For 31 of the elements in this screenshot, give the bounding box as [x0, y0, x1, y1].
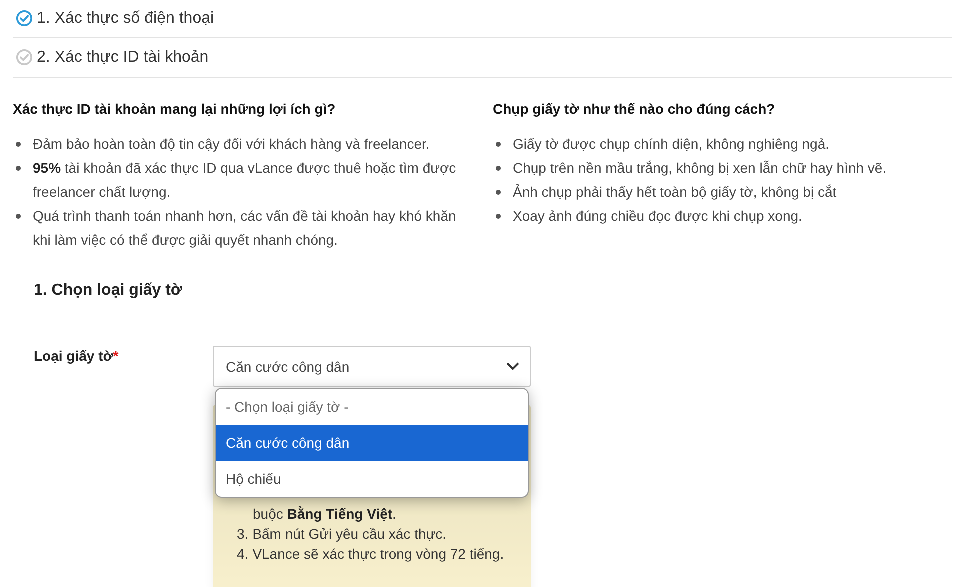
- dropdown-option[interactable]: Căn cước công dân: [216, 425, 528, 461]
- document-type-dropdown[interactable]: Căn cước công dân: [213, 346, 531, 387]
- step-title: 1. Xác thực số điện thoại: [37, 10, 214, 28]
- bullet-icon: [496, 190, 501, 195]
- bullet-text: 95% tài khoản đã xác thực ID qua vLance được thuê hoặc tìm được freelancer chất lượng.: [33, 159, 458, 202]
- section-title: 1. Chọn loại giấy tờ: [34, 281, 184, 301]
- required-mark: *: [113, 348, 119, 364]
- step-number: 3.: [237, 525, 249, 544]
- instruction-text: Bấm nút Gửi yêu cầu xác thực.: [252, 525, 447, 544]
- instruction-text: buộc Bằng Tiếng Việt.: [253, 505, 396, 524]
- bullet-text: Xoay ảnh đúng chiều đọc được khi chụp xong.: [513, 207, 802, 226]
- chevron-down-icon: [506, 362, 520, 371]
- bullet-text: Đảm bảo hoàn toàn độ tin cậy đối với khách hàng và freelancer.: [33, 135, 430, 154]
- section-heading: Xác thực ID tài khoản mang lại những lợi ích gì?: [13, 100, 337, 119]
- step-number: 4.: [237, 545, 249, 564]
- step-title: 2. Xác thực ID tài khoản: [37, 48, 209, 66]
- section-heading: Chụp giấy tờ như thế nào cho đúng cách?: [493, 100, 776, 119]
- bullet-icon: [16, 214, 21, 219]
- bullet-text: Quá trình thanh toán nhanh hơn, các vấn đề tài khoản hay khó khăn khi làm việc có thể được giải quyết nhanh chóng.: [33, 207, 458, 250]
- bullet-icon: [16, 166, 21, 171]
- dropdown-option[interactable]: Hộ chiếu: [216, 461, 528, 497]
- bullet-icon: [496, 142, 501, 147]
- bullet-icon: [496, 214, 501, 219]
- bullet-icon: [16, 142, 21, 147]
- bullet-text: Chụp trên nền mầu trắng, không bị xen lẫn chữ hay hình vẽ.: [513, 159, 887, 178]
- bullet-text: Ảnh chụp phải thấy hết toàn bộ giấy tờ, không bị cắt: [513, 183, 837, 202]
- bullet-icon: [496, 166, 501, 171]
- bullet-text: Giấy tờ được chụp chính diện, không nghiêng ngả.: [513, 135, 830, 154]
- dropdown-option[interactable]: - Chọn loại giấy tờ -: [216, 389, 528, 425]
- instruction-text: VLance sẽ xác thực trong vòng 72 tiếng.: [252, 545, 504, 564]
- field-label: Loại giấy tờ: [34, 348, 114, 364]
